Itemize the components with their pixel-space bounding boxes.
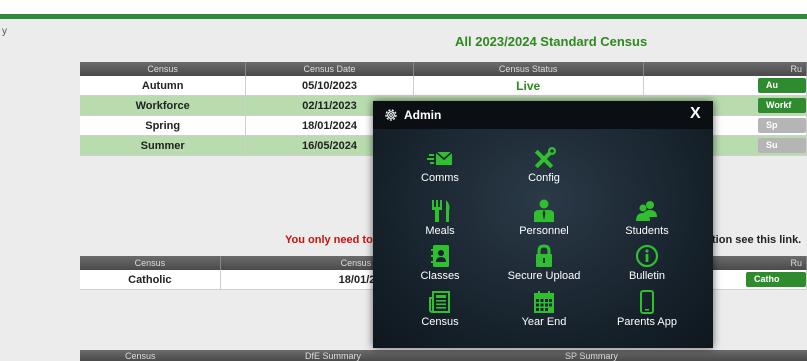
admin-tile-bulletin[interactable]: Bulletin — [599, 244, 695, 288]
col-header-census: Census — [80, 62, 247, 76]
run-autumn-button[interactable]: Au — [758, 78, 806, 93]
census-name: Spring — [80, 115, 247, 136]
table-row: Autumn 05/10/2023 Live Au — [80, 76, 807, 96]
census-name: Catholic — [80, 270, 221, 290]
students-icon — [636, 201, 657, 221]
admin-tile-label: Personnel — [519, 225, 569, 237]
newspaper-icon — [429, 291, 450, 313]
admin-tile-label: Meals — [425, 225, 455, 237]
notice-link-text[interactable]: tion see this link. — [712, 234, 801, 246]
admin-modal-title: Admin — [404, 108, 442, 122]
mobile-phone-icon — [640, 290, 654, 314]
envelope-icon — [427, 151, 453, 165]
admin-tile-label: Config — [528, 172, 560, 184]
admin-tile-label: Year End — [521, 316, 567, 328]
col-header-census: Census — [80, 256, 221, 270]
admin-tile-label: Secure Upload — [507, 270, 581, 282]
admin-tile-personnel[interactable]: Personnel — [496, 199, 592, 243]
run-spring-button[interactable]: Sp — [758, 118, 806, 133]
admin-tile-label: Comms — [421, 172, 459, 184]
admin-tile-parents-app[interactable]: Parents App — [599, 290, 695, 334]
admin-tile-classes[interactable]: Classes — [392, 244, 488, 288]
census-status: Live — [413, 76, 644, 96]
census-name: Workforce — [80, 95, 247, 116]
run-workforce-button[interactable]: Workf — [758, 98, 806, 113]
lock-icon — [536, 244, 552, 267]
col-header-census-date: Census Date — [245, 62, 414, 76]
top-bar — [0, 0, 807, 19]
admin-tile-config[interactable]: Config — [496, 146, 592, 190]
gear-icon — [385, 109, 397, 121]
run-summer-button[interactable]: Su — [758, 138, 806, 153]
col-header-dfe-summary: DfE Summary — [305, 351, 362, 361]
col-header-sp-summary: SP Summary — [565, 351, 618, 361]
page-title: All 2023/2024 Standard Census — [455, 34, 648, 49]
corner-text: y — [2, 26, 7, 37]
admin-tile-label: Classes — [420, 270, 460, 282]
admin-tile-secure-upload[interactable]: Secure Upload — [496, 244, 592, 288]
contact-book-icon — [431, 245, 449, 267]
admin-modal-header: Admin X — [373, 101, 713, 129]
person-tie-icon — [534, 199, 554, 222]
col-header-census-status: Census Status — [413, 62, 644, 76]
admin-tile-comms[interactable]: Comms — [392, 146, 488, 190]
tools-icon — [534, 147, 556, 169]
col-header-census: Census — [125, 351, 156, 361]
admin-tile-label: Census — [421, 316, 459, 328]
admin-tile-label: Students — [625, 225, 669, 237]
calendar-icon — [534, 291, 554, 313]
admin-tile-label: Parents App — [617, 316, 677, 328]
cutlery-icon — [432, 200, 450, 222]
admin-tile-census[interactable]: Census — [392, 290, 488, 334]
col-header-run: Ru — [643, 62, 807, 76]
close-button[interactable]: X — [690, 105, 701, 123]
summary-table-header: Census DfE Summary SP Summary — [80, 350, 807, 361]
census-date: 05/10/2023 — [245, 76, 414, 96]
census-name: Summer — [80, 135, 247, 156]
admin-tile-label: Bulletin — [628, 270, 666, 282]
top-accent-bar — [0, 14, 807, 19]
admin-tile-meals[interactable]: Meals — [392, 199, 488, 243]
admin-modal: Admin X Comms Config Meals Personnel Stu… — [373, 101, 713, 348]
admin-tile-year-end[interactable]: Year End — [496, 290, 592, 334]
info-circle-icon — [635, 244, 659, 268]
census-name: Autumn — [80, 76, 247, 96]
admin-tile-students[interactable]: Students — [599, 199, 695, 243]
run-catholic-button[interactable]: Catho — [746, 272, 806, 287]
